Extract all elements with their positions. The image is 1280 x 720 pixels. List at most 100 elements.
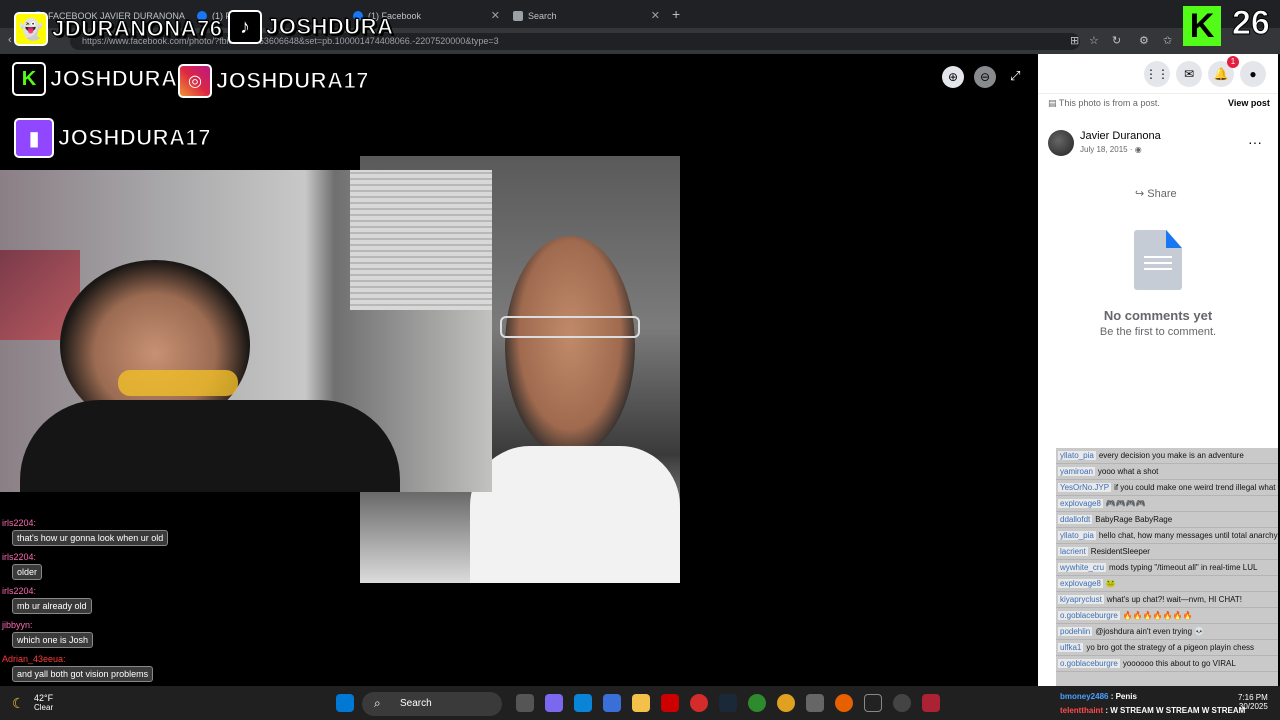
chat-username: irls2204:: [2, 518, 37, 528]
chrome-icon[interactable]: [777, 694, 795, 712]
chat-row: o.goblaceburgre 🔥🔥🔥🔥🔥🔥🔥: [1056, 608, 1278, 624]
share-button[interactable]: ↪ Share: [1135, 187, 1177, 200]
chat-text: yoooooo this about to go VIRAL: [1122, 659, 1236, 668]
chat-row: o.goblaceburgre yoooooo this about to go …: [1056, 656, 1278, 672]
author-avatar[interactable]: [1048, 130, 1074, 156]
white-shirt: [470, 446, 680, 583]
window-blinds: [350, 170, 492, 310]
menu-grid-icon[interactable]: ⋮⋮: [1144, 61, 1170, 87]
photo-post-note: ▤ This photo is from a post.: [1048, 98, 1160, 108]
close-tab-icon[interactable]: ✕: [491, 9, 500, 22]
chat-text: @joshdura ain't even trying 💀: [1095, 627, 1205, 636]
copilot-icon[interactable]: [545, 694, 563, 712]
no-comments-title: No comments yet: [1103, 308, 1213, 323]
firefox-icon[interactable]: [835, 694, 853, 712]
chat-username: explovage8: [1058, 499, 1103, 508]
post-date: July 18, 2015 · ◉: [1080, 145, 1142, 154]
chat-text: yooo what a shot: [1097, 467, 1159, 476]
chat-username: jibbyyn:: [2, 620, 33, 630]
close-tab-icon[interactable]: ✕: [651, 9, 660, 22]
chat-username: yamiroan: [1058, 467, 1095, 476]
refresh-icon[interactable]: ↻: [1112, 34, 1121, 47]
chat-username: podehlin: [1058, 627, 1093, 636]
chat-message: jibbyyn: which one is Josh: [2, 620, 202, 648]
opera-icon[interactable]: [690, 694, 708, 712]
kick-logo-icon: K: [1183, 6, 1221, 46]
kick-icon: K: [12, 62, 46, 96]
chat-row: bmoney2486 : Penis: [1060, 692, 1137, 701]
back-icon[interactable]: ‹: [8, 34, 12, 46]
black-shirt: [20, 400, 400, 492]
chat-row: lacrient ResidentSleeper: [1056, 544, 1278, 560]
chat-row: yamiroan yooo what a shot: [1056, 464, 1278, 480]
fullscreen-icon[interactable]: ⤢: [1010, 68, 1020, 84]
tiktok-overlay: ♪ JOSHDURA: [228, 10, 393, 44]
tiktok-handle: JOSHDURA: [265, 14, 394, 40]
tiktok-icon: ♪: [228, 10, 262, 44]
chat-message: irls2204: mb ur already old: [2, 586, 202, 614]
chat-text: hello chat, how many messages until tota…: [1098, 531, 1278, 540]
bookmark-star-icon[interactable]: ☆: [1089, 34, 1099, 47]
chat-username: Adrian_43eeua:: [2, 654, 66, 664]
chat-username: bmoney2486: [1060, 692, 1109, 701]
chat-username: o.goblaceburgre: [1058, 659, 1120, 668]
left-chat-overlay: irls2204: that's how ur gonna look when …: [2, 518, 202, 688]
chat-username: irls2204:: [2, 552, 37, 562]
chat-text: BabyRage BabyRage: [1095, 515, 1173, 524]
weather-widget[interactable]: ☾ 42°F Clear: [12, 693, 53, 712]
start-windows-icon[interactable]: [336, 694, 354, 712]
chat-text: ResidentSleeper: [1090, 547, 1150, 556]
more-options-icon[interactable]: ···: [1248, 134, 1262, 150]
settings-gear-icon[interactable]: [806, 694, 824, 712]
instagram-overlay: ◎ JOSHDURA17: [178, 64, 369, 98]
chat-text: mods typing "/timeout all" in real-time …: [1109, 563, 1258, 572]
chat-username: kiyapryclust: [1058, 595, 1104, 604]
right-chat-overlay: yllato_pia every decision you make is an …: [1056, 448, 1278, 686]
edge-icon[interactable]: [574, 694, 592, 712]
chat-row: kiyapryclust what's up chat?! wait—nvm, H…: [1056, 592, 1278, 608]
no-comments-subtitle: Be the first to comment.: [1099, 326, 1217, 338]
zoom-out-icon[interactable]: ⊖: [974, 66, 996, 88]
twitch-icon: ▮: [14, 118, 54, 158]
file-explorer-icon[interactable]: [632, 694, 650, 712]
zoom-in-icon[interactable]: ⊕: [942, 66, 964, 88]
chat-text: every decision you make is an adventure: [1098, 451, 1244, 460]
store-icon[interactable]: [603, 694, 621, 712]
moon-icon: ☾: [12, 695, 25, 711]
media-player-icon[interactable]: [922, 694, 940, 712]
install-app-icon[interactable]: ⊞: [1070, 34, 1079, 47]
chat-username: ddallofdt: [1058, 515, 1093, 524]
globe-icon: ◉: [1134, 145, 1142, 154]
chat-username: yllato_pia: [1058, 531, 1096, 540]
epic-games-icon[interactable]: [864, 694, 882, 712]
chat-row: YesOrNo.JYP if you could make one weird t…: [1056, 480, 1278, 496]
facebook-top-nav: ⋮⋮ ✉ 🔔 ●: [1038, 54, 1278, 94]
taskbar-search[interactable]: ⌕ Search: [362, 692, 502, 716]
instagram-icon: ◎: [178, 64, 212, 98]
pdf-reader-icon[interactable]: [661, 694, 679, 712]
chat-text: 🐸: [1105, 579, 1116, 588]
snapchat-overlay: 👻 JDURANONA76: [14, 12, 223, 46]
chat-row: telentthaint : W STREAM W STREAM W STREA…: [1060, 706, 1246, 715]
taskbar-search-label: Search: [400, 698, 432, 709]
author-name[interactable]: Javier Duranona: [1080, 130, 1161, 142]
steam-icon[interactable]: [719, 694, 737, 712]
chat-row: podehlin @joshdura ain't even trying 💀: [1056, 624, 1278, 640]
chat-message: irls2204: older: [2, 552, 202, 580]
extensions-icon[interactable]: ⚙: [1139, 34, 1149, 47]
chat-username: lacrient: [1058, 547, 1088, 556]
profile-avatar-icon[interactable]: ●: [1240, 61, 1266, 87]
messenger-icon[interactable]: ✉: [1176, 61, 1202, 87]
obs-icon[interactable]: [893, 694, 911, 712]
new-tab-button[interactable]: +: [672, 6, 680, 22]
chat-message: irls2204: that's how ur gonna look when …: [2, 518, 202, 546]
favorites-icon[interactable]: ✩: [1163, 34, 1172, 47]
xbox-icon[interactable]: [748, 694, 766, 712]
task-view-icon[interactable]: [516, 694, 534, 712]
tab-search[interactable]: Search ✕: [506, 4, 666, 28]
tab-label: Search: [528, 11, 557, 21]
post-date-text: July 18, 2015: [1080, 145, 1128, 154]
chat-text: yo bro got the strategy of a pigeon play…: [1086, 643, 1255, 652]
view-post-link[interactable]: View post: [1228, 98, 1270, 108]
chat-text: if you could make one weird trend illega…: [1114, 483, 1278, 492]
